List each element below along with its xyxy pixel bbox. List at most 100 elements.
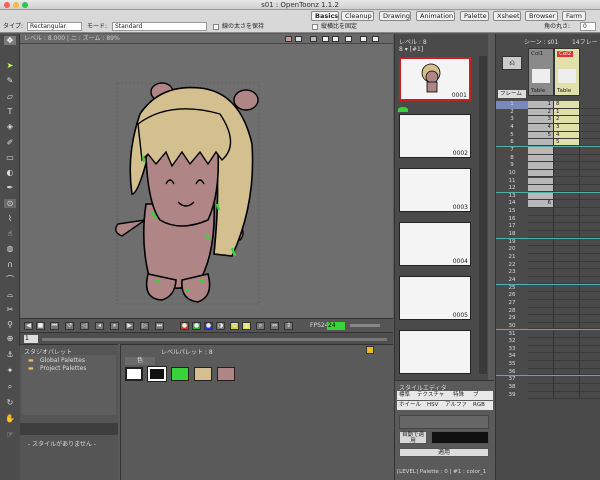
cell-empty[interactable] — [580, 109, 600, 117]
cell-col1[interactable]: 5 — [528, 131, 554, 140]
flip-h-icon[interactable]: ⇔ — [270, 322, 279, 330]
flip-v-icon[interactable]: ⇕ — [284, 322, 293, 330]
tab-wheel[interactable]: ホイール — [399, 401, 421, 410]
cell-col1[interactable] — [528, 338, 554, 346]
cell-col2[interactable] — [554, 223, 580, 232]
cell-empty[interactable] — [580, 369, 600, 376]
room-tab-browser[interactable]: Browser — [525, 11, 558, 21]
cell-col2[interactable] — [554, 269, 580, 277]
cell-col1[interactable] — [528, 139, 554, 146]
frame-field[interactable]: 1 — [24, 335, 38, 343]
cell-col1[interactable] — [528, 146, 554, 155]
animate-tool-icon[interactable]: ✥ — [4, 36, 16, 45]
strip-frame-4[interactable]: 0004 — [399, 222, 471, 266]
pause-icon[interactable]: ⏸ — [110, 322, 119, 330]
cell-col1[interactable] — [528, 246, 554, 254]
type-dropdown[interactable]: Rectangular — [27, 22, 82, 31]
cell-empty[interactable] — [580, 162, 600, 170]
cell-empty[interactable] — [580, 139, 600, 146]
cell-empty[interactable] — [580, 200, 600, 209]
cell-col1[interactable] — [528, 185, 554, 192]
play-icon[interactable]: ▶ — [125, 322, 134, 330]
cell-col2[interactable]: 8 — [554, 101, 580, 109]
strip-frame-1[interactable]: 0001 — [399, 57, 471, 101]
cell-col1[interactable] — [528, 269, 554, 277]
xsheet-row[interactable]: 29 — [496, 315, 600, 323]
cell-col1[interactable] — [528, 162, 554, 170]
palette-chip-3[interactable] — [194, 367, 212, 381]
first-frame-icon[interactable]: ⏮ — [50, 322, 59, 330]
cell-col1[interactable] — [528, 223, 554, 232]
onion-skin-marker[interactable] — [398, 107, 408, 112]
cell-col1[interactable] — [528, 299, 554, 308]
cell-col1[interactable] — [528, 238, 554, 247]
palette-page-tab[interactable]: 色 — [125, 357, 155, 365]
frame-display-dropdown[interactable]: フレーム — [498, 90, 526, 98]
cell-col2[interactable] — [554, 384, 580, 392]
fix-aspect-checkbox[interactable] — [312, 24, 318, 30]
strip-frame-6[interactable] — [399, 330, 471, 374]
xsheet-row[interactable]: 12 — [496, 185, 600, 193]
xsheet-row[interactable]: 39 — [496, 391, 600, 400]
tab-standard[interactable]: 標準 — [399, 391, 410, 400]
paint-brush-tool-icon[interactable]: ✐ — [4, 138, 16, 147]
frame-slider[interactable] — [42, 338, 387, 341]
xsheet-row[interactable]: 15 — [496, 208, 600, 216]
cell-col2[interactable] — [554, 246, 580, 254]
cell-col2[interactable] — [554, 276, 580, 284]
cell-col2[interactable] — [554, 361, 580, 369]
cell-empty[interactable] — [580, 346, 600, 354]
cell-empty[interactable] — [580, 223, 600, 232]
xsheet-row[interactable]: 22 — [496, 261, 600, 270]
xsheet-row[interactable]: 16 — [496, 215, 600, 224]
control-point-editor-icon[interactable]: ⌇ — [4, 214, 16, 223]
xsheet-row[interactable]: 19 — [496, 238, 600, 247]
histogram-icon[interactable]: ▥ — [242, 322, 251, 330]
cell-empty[interactable] — [580, 353, 600, 362]
cell-col1[interactable] — [528, 330, 554, 339]
xsheet-row[interactable]: 26 — [496, 292, 600, 300]
xsheet-row[interactable]: 21 — [496, 254, 600, 262]
cell-col1[interactable] — [528, 284, 554, 293]
cell-empty[interactable] — [580, 231, 600, 238]
cell-empty[interactable] — [580, 101, 600, 109]
cell-empty[interactable] — [580, 208, 600, 216]
cell-col1[interactable] — [528, 361, 554, 369]
cell-col1[interactable] — [528, 315, 554, 323]
cell-empty[interactable] — [580, 132, 600, 140]
cell-empty[interactable] — [580, 178, 600, 186]
xsheet-row[interactable]: 25 — [496, 284, 600, 293]
room-tab-animation[interactable]: Animation — [416, 11, 455, 21]
column-header-1[interactable]: Col1 Table — [528, 48, 554, 96]
cell-col1[interactable] — [528, 391, 554, 400]
level-selector[interactable]: 8 ▾ [#1] — [399, 46, 423, 53]
room-tab-cleanup[interactable]: Cleanup — [341, 11, 374, 21]
play-back-icon[interactable]: ◂ — [95, 322, 104, 330]
viewer-field-guide-icon[interactable] — [322, 36, 329, 42]
iron-tool-icon[interactable]: ⌓ — [4, 290, 16, 299]
fps-field[interactable]: 24 — [327, 322, 345, 330]
rgb-picker-icon[interactable]: ⊙ — [4, 199, 16, 208]
strip-frame-5[interactable]: 0005 — [399, 276, 471, 320]
cell-col1[interactable]: 2 — [528, 108, 554, 117]
project-palettes-item[interactable]: Project Palettes — [40, 365, 86, 372]
cell-empty[interactable] — [580, 308, 600, 316]
cell-col2[interactable] — [554, 315, 580, 323]
cell-empty[interactable] — [580, 331, 600, 339]
xsheet-row[interactable]: 17 — [496, 223, 600, 232]
tab-hsv[interactable]: HSV — [427, 401, 438, 410]
xsheet-row[interactable]: 554 — [496, 131, 600, 140]
zoom-tool-icon[interactable]: ⌕ — [4, 382, 16, 391]
cell-empty[interactable] — [580, 185, 600, 192]
cell-col1[interactable] — [528, 231, 554, 238]
cell-col2[interactable] — [554, 338, 580, 346]
loop-icon[interactable]: ↺ — [65, 322, 74, 330]
pump-tool-icon[interactable]: ◍ — [4, 244, 16, 253]
cell-col2[interactable] — [554, 254, 580, 262]
xsheet-row[interactable]: 332 — [496, 116, 600, 124]
cell-empty[interactable] — [580, 246, 600, 254]
cell-col2[interactable] — [554, 261, 580, 270]
tab-special[interactable]: 特殊 — [453, 391, 464, 400]
cell-col2[interactable]: 3 — [554, 123, 580, 132]
mode-dropdown[interactable]: Standard — [112, 22, 207, 31]
